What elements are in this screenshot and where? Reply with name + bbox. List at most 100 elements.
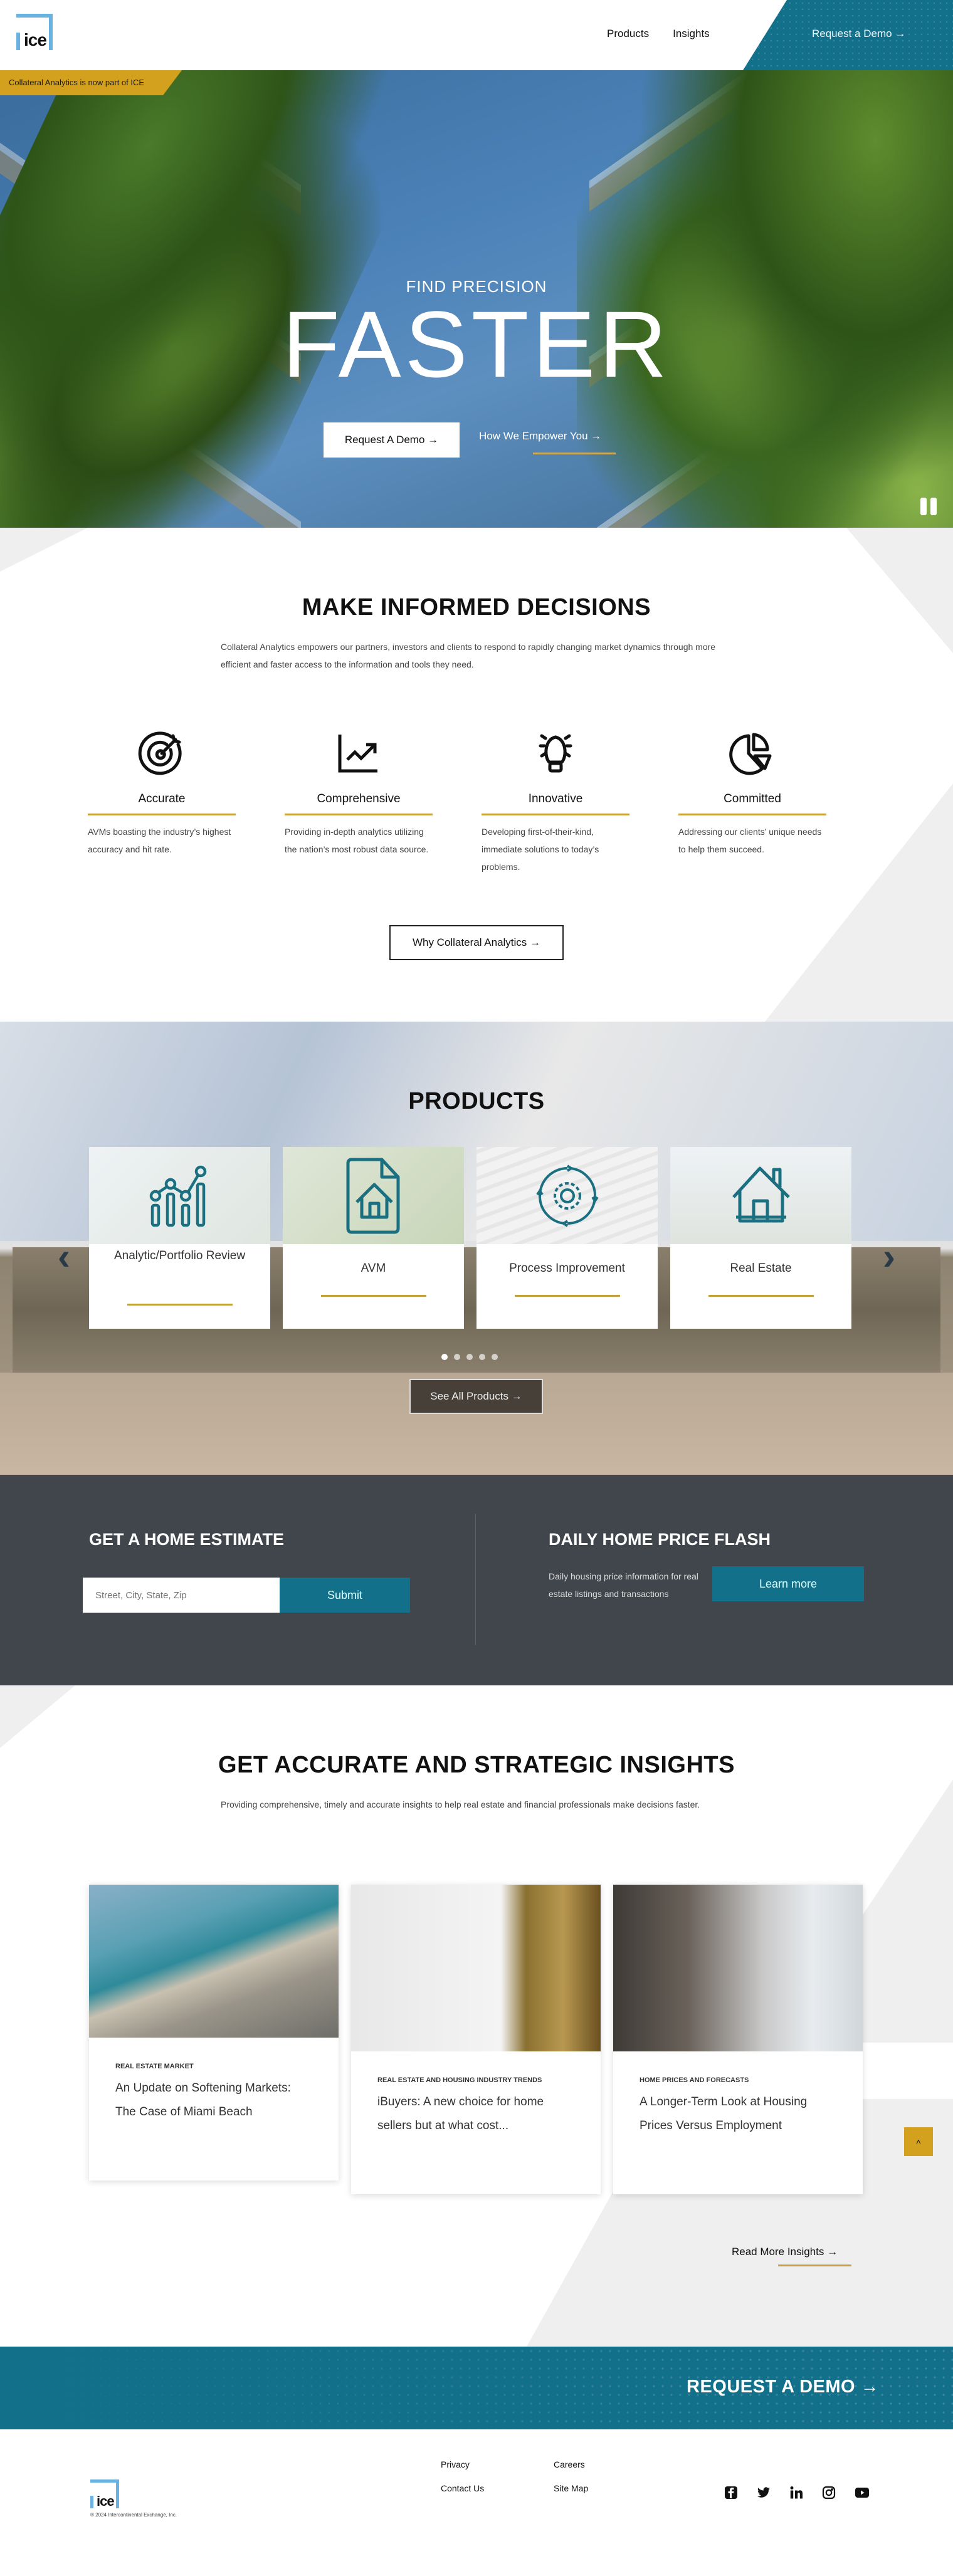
- feature-accurate: Accurate AVMs boasting the industry’s hi…: [88, 728, 236, 876]
- feature-text: Providing in-depth analytics utilizing t…: [285, 827, 429, 854]
- product-image: [283, 1147, 464, 1244]
- decor-shape: [0, 528, 88, 572]
- section-title: PRODUCTS: [408, 1088, 545, 1114]
- section-intro: Collateral Analytics empowers our partne…: [221, 642, 716, 669]
- flash-title: DAILY HOME PRICE FLASH: [549, 1530, 771, 1549]
- product-image: [89, 1147, 270, 1244]
- product-label: AVM: [361, 1262, 386, 1275]
- insight-category: HOME PRICES AND FORECASTS: [640, 2076, 749, 2084]
- feature-text: Developing first-of-their-kind, immediat…: [482, 827, 599, 872]
- section-title: GET ACCURATE AND STRATEGIC INSIGHTS: [218, 1752, 735, 1778]
- facebook-icon[interactable]: [724, 2486, 738, 2500]
- product-card-avm[interactable]: AVM: [283, 1147, 464, 1329]
- analytics-chart-icon: [149, 1165, 206, 1227]
- site-header: ice Products Insights Request a Demo →: [0, 0, 953, 70]
- request-demo-link[interactable]: Request a Demo →: [812, 28, 905, 40]
- linkedin-icon[interactable]: [789, 2486, 803, 2500]
- request-demo-cta[interactable]: REQUEST A DEMO →: [687, 2377, 879, 2397]
- carousel-dot[interactable]: [466, 1354, 473, 1360]
- footer-ice-logo[interactable]: ice: [90, 2479, 119, 2509]
- logo-bar: [16, 33, 20, 50]
- insight-category: REAL ESTATE AND HOUSING INDUSTRY TRENDS: [377, 2076, 542, 2084]
- decisions-section: MAKE INFORMED DECISIONS Collateral Analy…: [0, 528, 953, 1022]
- address-input[interactable]: [83, 1578, 280, 1613]
- footer-link-contact[interactable]: Contact Us: [441, 2483, 484, 2493]
- instagram-icon[interactable]: [822, 2486, 836, 2500]
- product-label: Process Improvement: [509, 1262, 625, 1275]
- feature-title: Accurate: [138, 792, 186, 805]
- gold-underline: [514, 1295, 620, 1297]
- decor-shape: [0, 1685, 75, 1748]
- gold-underline: [320, 1295, 426, 1297]
- insight-title[interactable]: A Longer-Term Look at Housing Prices Ver…: [640, 2090, 838, 2138]
- pie-chart-icon: [678, 728, 826, 778]
- announcement-banner[interactable]: Collateral Analytics is now part of ICE: [0, 70, 182, 95]
- footer-link-privacy[interactable]: Privacy: [441, 2459, 484, 2469]
- feature-title: Committed: [724, 792, 781, 805]
- read-more-insights-link[interactable]: Read More Insights →: [732, 2246, 838, 2258]
- social-links: [724, 2486, 869, 2500]
- estimate-section: GET A HOME ESTIMATE Submit DAILY HOME PR…: [0, 1475, 953, 1685]
- estimate-title: GET A HOME ESTIMATE: [89, 1530, 285, 1549]
- nav-products[interactable]: Products: [607, 28, 649, 40]
- hero-request-demo-button[interactable]: Request A Demo →: [324, 422, 460, 458]
- carousel-dot[interactable]: [492, 1354, 498, 1360]
- carousel-dot[interactable]: [454, 1354, 460, 1360]
- insight-title[interactable]: iBuyers: A new choice for home sellers b…: [377, 2090, 576, 2138]
- gold-underline: [127, 1304, 233, 1306]
- feature-title: Innovative: [528, 792, 583, 805]
- footer-link-sitemap[interactable]: Site Map: [554, 2483, 588, 2493]
- gold-underline: [88, 814, 236, 815]
- link-underline: [533, 453, 616, 454]
- how-we-empower-link[interactable]: How We Empower You →: [479, 430, 601, 442]
- insight-image: [613, 1885, 863, 2051]
- product-card-process[interactable]: Process Improvement: [476, 1147, 658, 1329]
- carousel-dot[interactable]: [479, 1354, 485, 1360]
- product-carousel: Analytic/Portfolio Review AVM Process Im…: [89, 1147, 851, 1329]
- carousel-next-arrow[interactable]: ›: [883, 1235, 895, 1278]
- product-image: [476, 1147, 658, 1244]
- carousel-dot-active[interactable]: [441, 1354, 448, 1360]
- request-demo-banner: REQUEST A DEMO →: [0, 2347, 953, 2429]
- insight-category: REAL ESTATE MARKET: [115, 2063, 194, 2070]
- insight-card[interactable]: REAL ESTATE AND HOUSING INDUSTRY TRENDS …: [351, 1885, 601, 2194]
- feature-text: AVMs boasting the industry’s highest acc…: [88, 827, 231, 854]
- footer-links: Careers Site Map: [554, 2459, 588, 2493]
- product-card-real-estate[interactable]: Real Estate: [670, 1147, 851, 1329]
- feature-committed: Committed Addressing our clients’ unique…: [678, 728, 826, 876]
- twitter-icon[interactable]: [757, 2486, 771, 2500]
- logo-text: ice: [24, 30, 47, 50]
- youtube-icon[interactable]: [855, 2486, 869, 2500]
- ice-logo[interactable]: ice: [16, 14, 53, 50]
- see-all-products-button[interactable]: See All Products →: [409, 1379, 543, 1414]
- carousel-prev-arrow[interactable]: ‹: [58, 1235, 70, 1278]
- submit-button[interactable]: Submit: [280, 1578, 410, 1613]
- logo-text: ice: [97, 2493, 115, 2509]
- insight-image: [351, 1885, 601, 2051]
- insight-title[interactable]: An Update on Softening Markets: The Case…: [115, 2076, 313, 2124]
- insight-card[interactable]: HOME PRICES AND FORECASTS A Longer-Term …: [613, 1885, 863, 2194]
- nav-insights[interactable]: Insights: [673, 28, 710, 40]
- product-card-analytic[interactable]: Analytic/Portfolio Review: [89, 1147, 270, 1329]
- copyright: ® 2024 Intercontinental Exchange, Inc.: [90, 2512, 177, 2518]
- lightbulb-icon: [482, 728, 629, 778]
- hero-title: FASTER: [282, 291, 671, 397]
- site-footer: ice ® 2024 Intercontinental Exchange, In…: [0, 2429, 953, 2576]
- gold-underline: [778, 2264, 851, 2266]
- footer-links: Privacy Contact Us: [441, 2459, 484, 2493]
- hero: Collateral Analytics is now part of ICE …: [0, 70, 953, 528]
- footer-link-careers[interactable]: Careers: [554, 2459, 588, 2469]
- decor-shape: [846, 528, 953, 653]
- section-title: MAKE INFORMED DECISIONS: [302, 594, 651, 620]
- product-label: Real Estate: [730, 1262, 792, 1275]
- insight-card[interactable]: REAL ESTATE MARKET An Update on Softenin…: [89, 1885, 339, 2181]
- pause-icon[interactable]: [920, 498, 937, 515]
- why-collateral-analytics-button[interactable]: Why Collateral Analytics →: [389, 925, 564, 960]
- target-icon: [88, 728, 236, 778]
- feature-text: Addressing our clients’ unique needs to …: [678, 827, 822, 854]
- learn-more-button[interactable]: Learn more: [712, 1566, 864, 1601]
- carousel-dots: [441, 1354, 498, 1360]
- feature-list: Accurate AVMs boasting the industry’s hi…: [88, 728, 826, 876]
- insights-section: GET ACCURATE AND STRATEGIC INSIGHTS Prov…: [0, 1685, 953, 2347]
- back-to-top-button[interactable]: ˄: [904, 2127, 933, 2156]
